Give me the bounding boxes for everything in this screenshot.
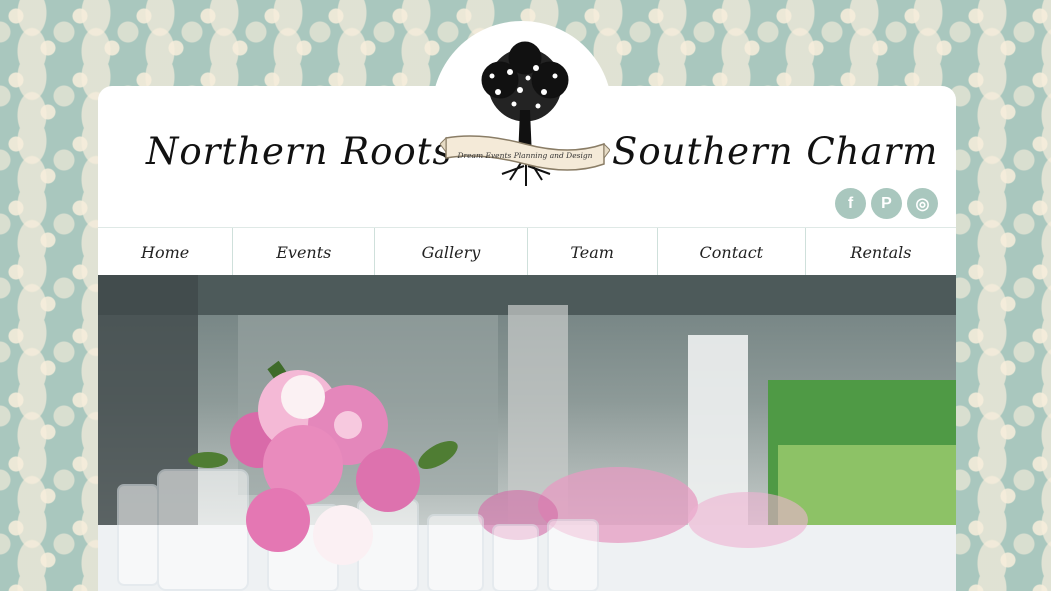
nav-item-gallery[interactable]: Gallery xyxy=(375,228,528,276)
hero-image xyxy=(98,275,956,591)
nav-item-events[interactable]: Events xyxy=(233,228,376,276)
main-nav: Home Events Gallery Team Contact Rentals xyxy=(98,227,956,276)
brand-title-left[interactable]: Northern Roots xyxy=(146,130,452,173)
instagram-icon[interactable]: ◎ xyxy=(907,188,938,219)
pinterest-icon[interactable]: P xyxy=(871,188,902,219)
nav-item-contact[interactable]: Contact xyxy=(658,228,806,276)
nav-item-rentals[interactable]: Rentals xyxy=(806,228,956,276)
social-links: f P ◎ xyxy=(835,188,938,219)
facebook-icon[interactable]: f xyxy=(835,188,866,219)
tree-logo-icon[interactable]: Dream Events Planning and Design xyxy=(440,40,610,196)
nav-item-home[interactable]: Home xyxy=(98,228,234,276)
nav-item-team[interactable]: Team xyxy=(528,228,658,276)
brand-title-right[interactable]: Southern Charm xyxy=(612,130,938,173)
banner-tagline: Dream Events Planning and Design xyxy=(456,151,592,160)
